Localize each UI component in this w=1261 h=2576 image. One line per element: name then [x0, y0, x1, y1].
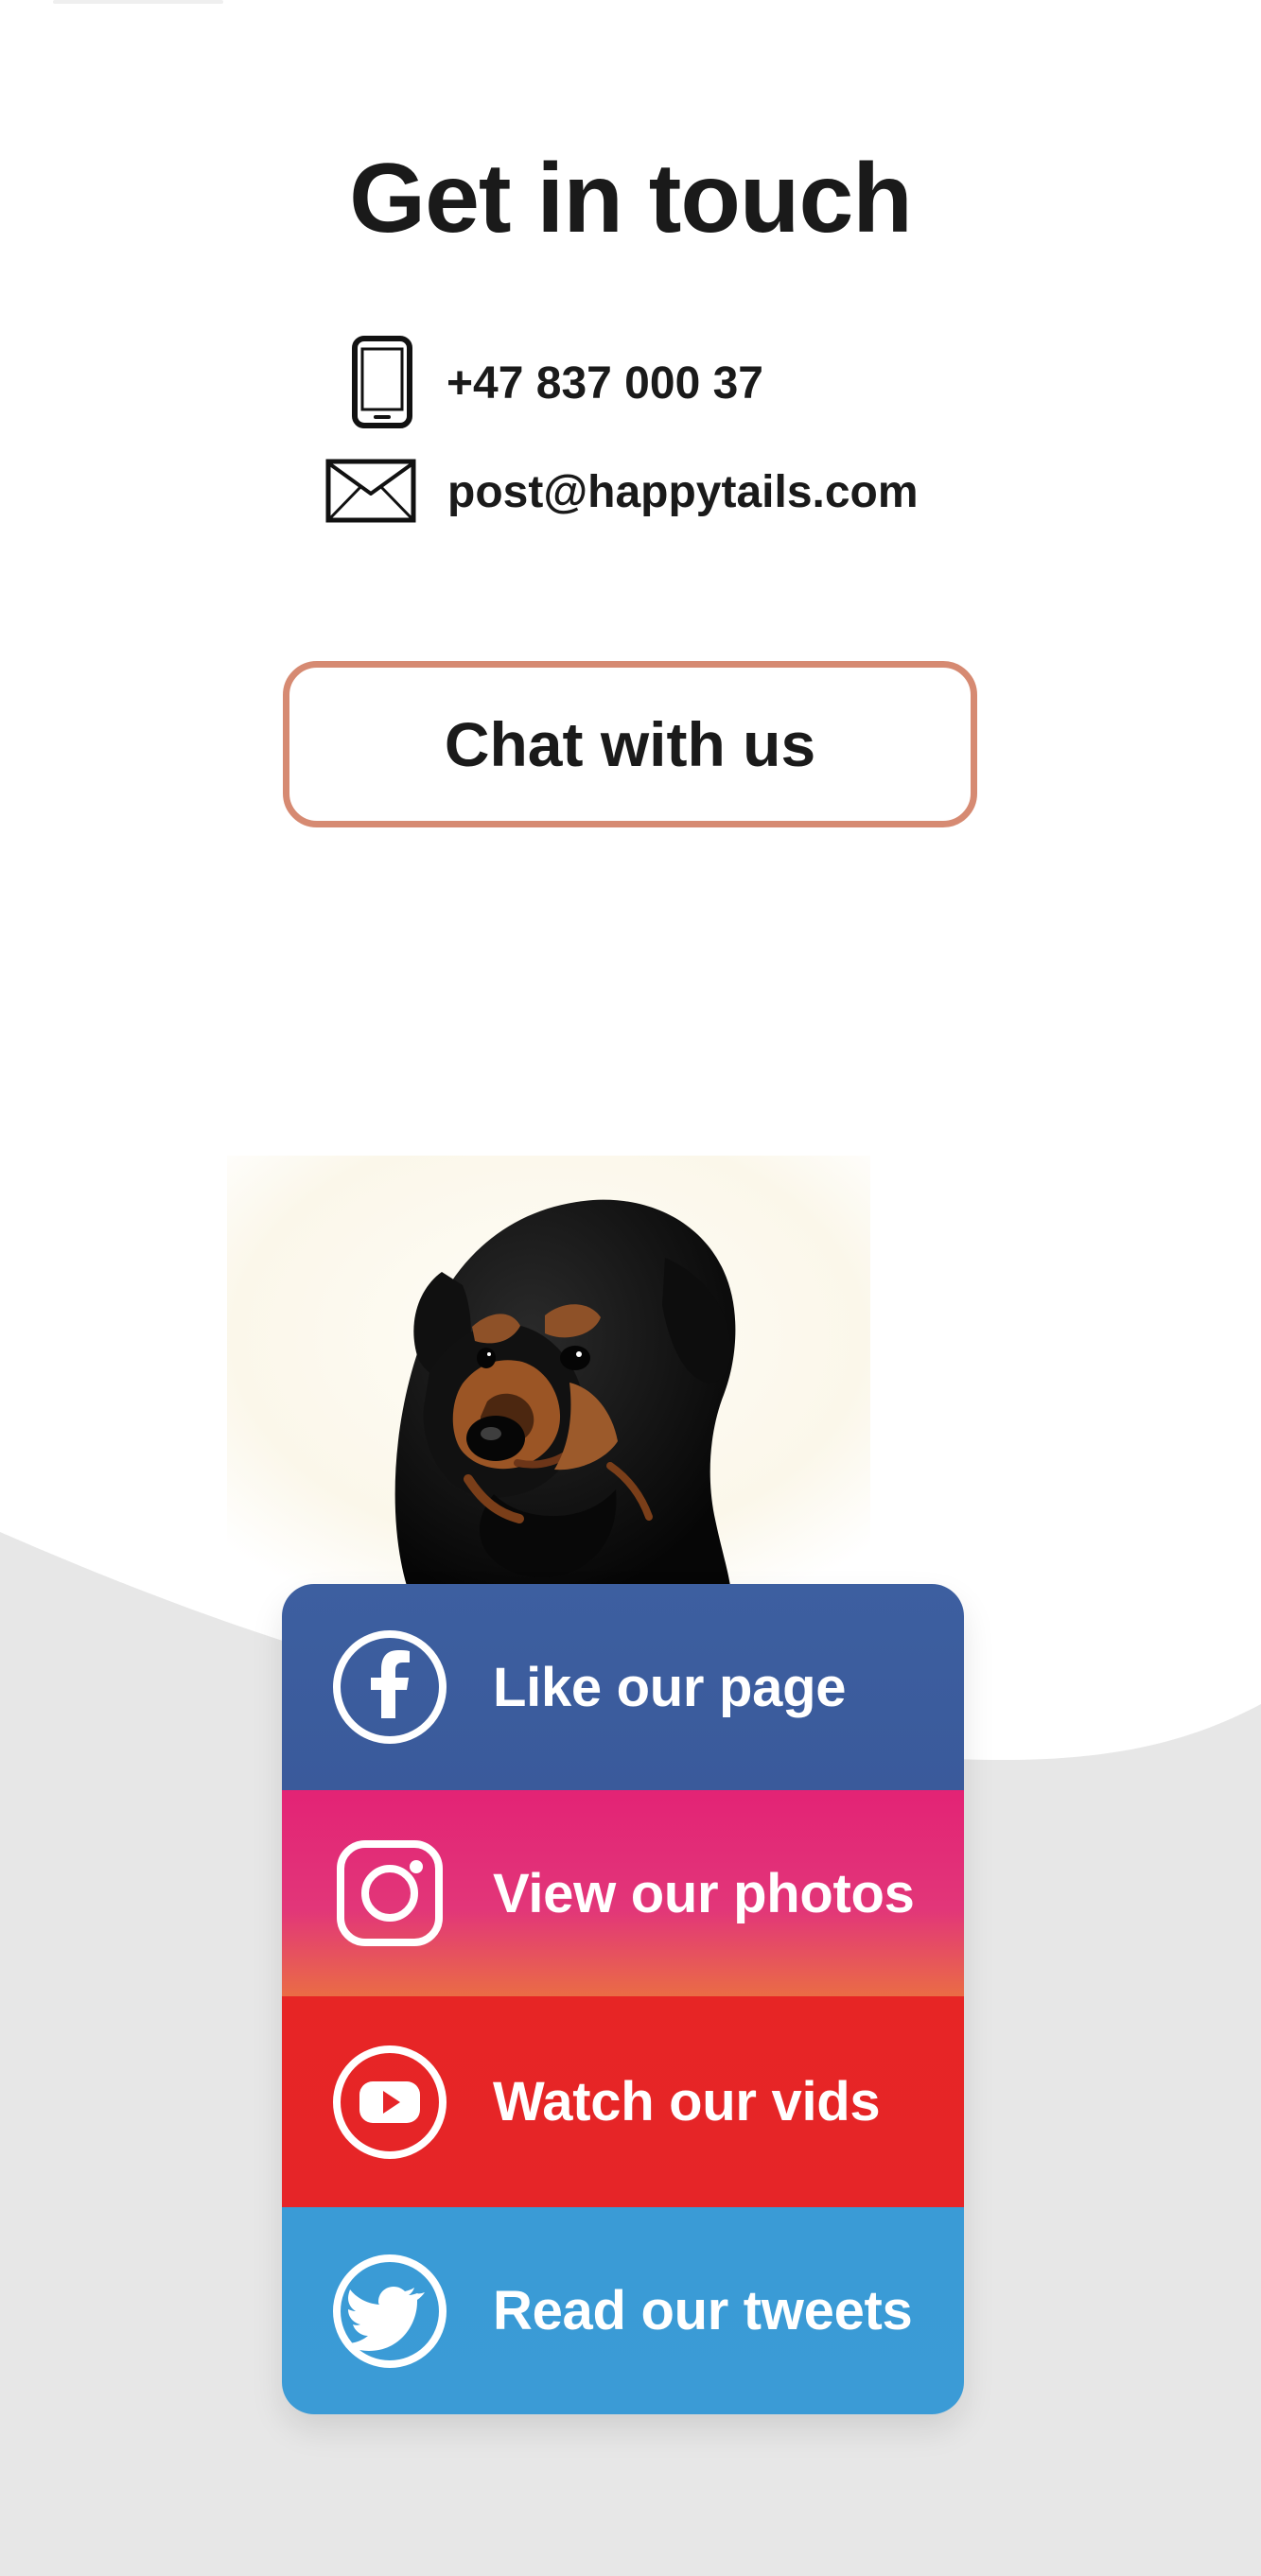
instagram-icon [329, 1833, 450, 1954]
facebook-link-label: Like our page [493, 1656, 847, 1718]
youtube-link[interactable]: Watch our vids [282, 1996, 964, 2207]
facebook-icon [329, 1627, 450, 1748]
phone-icon [350, 336, 414, 430]
mail-icon [324, 454, 417, 530]
instagram-link-label: View our photos [493, 1862, 915, 1924]
phone-contact[interactable]: +47 837 000 37 [350, 336, 763, 430]
twitter-icon [329, 2251, 450, 2372]
youtube-link-label: Watch our vids [493, 2071, 881, 2132]
youtube-icon [329, 2042, 450, 2163]
social-links-card: Like our page View our photos Watch our … [282, 1584, 964, 2414]
twitter-link[interactable]: Read our tweets [282, 2207, 964, 2414]
instagram-link[interactable]: View our photos [282, 1790, 964, 1996]
phone-number: +47 837 000 37 [447, 357, 763, 409]
facebook-link[interactable]: Like our page [282, 1584, 964, 1790]
top-divider [53, 0, 223, 4]
contact-page: Get in touch +47 837 000 37 post@happyta… [0, 0, 1261, 2576]
email-contact[interactable]: post@happytails.com [324, 454, 919, 530]
email-address: post@happytails.com [447, 466, 919, 517]
twitter-link-label: Read our tweets [493, 2280, 913, 2341]
chat-button[interactable]: Chat with us [283, 661, 977, 827]
puppy-image [227, 1156, 870, 1586]
page-title: Get in touch [349, 144, 913, 253]
